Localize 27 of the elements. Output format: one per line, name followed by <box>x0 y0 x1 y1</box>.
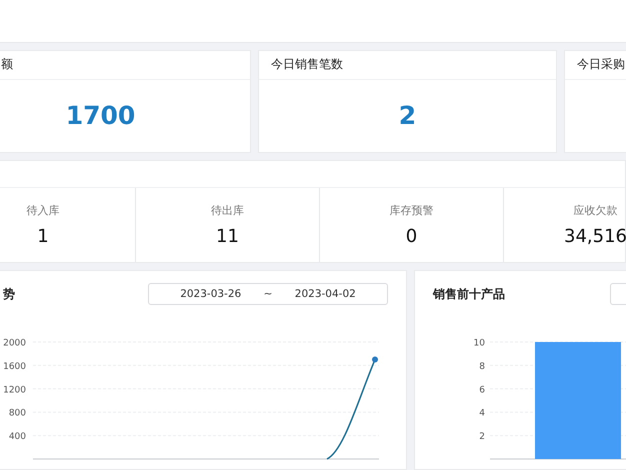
card-title: 今日销售笔数 <box>271 56 343 74</box>
todo-count: 1 <box>37 226 49 247</box>
stat-value: 2 <box>398 101 416 130</box>
todo-label: 待出库 <box>211 202 244 218</box>
todo-count: 34,516 <box>564 226 626 247</box>
axis-tick-label: 4 <box>479 408 485 419</box>
axis-tick-label: 10 <box>474 338 485 348</box>
axis-tick-label: 2000 <box>3 338 26 348</box>
chart-title: 势 <box>3 286 15 302</box>
axis-tick-label: 8 <box>479 362 485 372</box>
card-title: 今日采购 <box>577 56 625 74</box>
data-point <box>372 356 378 363</box>
axis-tick-label: 1200 <box>3 385 26 396</box>
stat-value: 1700 <box>66 101 136 130</box>
chart-title: 销售前十产品 <box>433 286 505 302</box>
todo-count: 0 <box>406 226 418 247</box>
axis-tick-label: 2 <box>479 432 485 442</box>
todo-count: 11 <box>216 226 239 247</box>
axis-tick-label: 1600 <box>3 362 26 372</box>
axis-tick-label: 400 <box>8 432 26 442</box>
axis-tick-label: 800 <box>8 408 26 419</box>
todo-label: 待入库 <box>26 202 60 218</box>
todo-label: 应收欠款 <box>574 202 618 218</box>
card-title: 额 <box>1 56 13 74</box>
axis-tick-label: 6 <box>479 385 485 396</box>
date-range-field[interactable]: 2023-03-26 ~ 2023-04-02 <box>148 283 388 305</box>
todo-label: 库存预警 <box>390 202 434 218</box>
